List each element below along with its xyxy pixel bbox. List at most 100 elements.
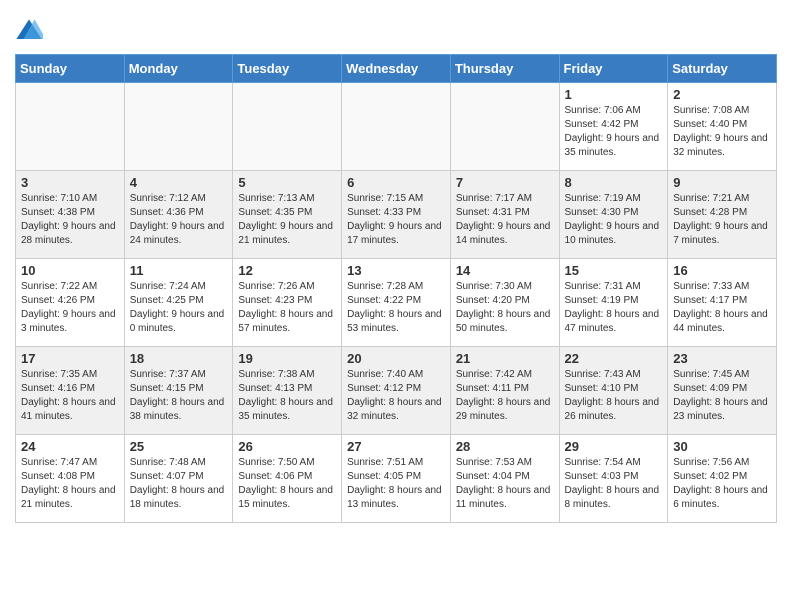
calendar-cell: 13 Sunrise: 7:28 AMSunset: 4:22 PMDayligh… xyxy=(342,259,451,347)
calendar-cell: 24 Sunrise: 7:47 AMSunset: 4:08 PMDayligh… xyxy=(16,435,125,523)
week-row-5: 24 Sunrise: 7:47 AMSunset: 4:08 PMDayligh… xyxy=(16,435,777,523)
header-thursday: Thursday xyxy=(450,55,559,83)
day-info: Sunrise: 7:13 AMSunset: 4:35 PMDaylight:… xyxy=(238,192,336,248)
day-number: 13 xyxy=(347,263,445,278)
calendar-cell: 3Sunrise: 7:10 AMSunset: 4:38 PMDaylight… xyxy=(16,171,125,259)
calendar-cell: 5 Sunrise: 7:13 AMSunset: 4:35 PMDaylight… xyxy=(233,171,342,259)
calendar-cell: 22 Sunrise: 7:43 AMSunset: 4:10 PMDayligh… xyxy=(559,347,668,435)
day-info: Sunrise: 7:35 AMSunset: 4:16 PMDaylight:… xyxy=(21,368,119,424)
day-info: Sunrise: 7:28 AMSunset: 4:22 PMDaylight:… xyxy=(347,280,445,336)
header xyxy=(15,10,777,46)
day-number: 27 xyxy=(347,439,445,454)
header-tuesday: Tuesday xyxy=(233,55,342,83)
day-info: Sunrise: 7:42 AMSunset: 4:11 PMDaylight:… xyxy=(456,368,554,424)
calendar-cell: 9Sunrise: 7:21 AMSunset: 4:28 PMDaylight… xyxy=(668,171,777,259)
day-info: Sunrise: 7:15 AMSunset: 4:33 PMDaylight:… xyxy=(347,192,445,248)
calendar-cell: 12Sunrise: 7:26 AMSunset: 4:23 PMDayligh… xyxy=(233,259,342,347)
calendar-cell: 23 Sunrise: 7:45 AMSunset: 4:09 PMDayligh… xyxy=(668,347,777,435)
calendar-cell: 7 Sunrise: 7:17 AMSunset: 4:31 PMDaylight… xyxy=(450,171,559,259)
day-info: Sunrise: 7:53 AMSunset: 4:04 PMDaylight:… xyxy=(456,456,554,512)
week-row-4: 17Sunrise: 7:35 AMSunset: 4:16 PMDayligh… xyxy=(16,347,777,435)
day-number: 14 xyxy=(456,263,554,278)
day-number: 15 xyxy=(565,263,663,278)
calendar-cell: 16Sunrise: 7:33 AMSunset: 4:17 PMDayligh… xyxy=(668,259,777,347)
calendar-cell: 20 Sunrise: 7:40 AMSunset: 4:12 PMDayligh… xyxy=(342,347,451,435)
day-info: Sunrise: 7:12 AMSunset: 4:36 PMDaylight:… xyxy=(130,192,228,248)
calendar-cell xyxy=(342,83,451,171)
calendar-body: 1 Sunrise: 7:06 AMSunset: 4:42 PMDaylight… xyxy=(16,83,777,523)
day-info: Sunrise: 7:47 AMSunset: 4:08 PMDaylight:… xyxy=(21,456,119,512)
calendar-cell: 19 Sunrise: 7:38 AMSunset: 4:13 PMDayligh… xyxy=(233,347,342,435)
header-friday: Friday xyxy=(559,55,668,83)
day-number: 3 xyxy=(21,175,119,190)
day-info: Sunrise: 7:40 AMSunset: 4:12 PMDaylight:… xyxy=(347,368,445,424)
header-sunday: Sunday xyxy=(16,55,125,83)
day-number: 11 xyxy=(130,263,228,278)
day-number: 5 xyxy=(238,175,336,190)
calendar-cell xyxy=(16,83,125,171)
day-info: Sunrise: 7:06 AMSunset: 4:42 PMDaylight:… xyxy=(565,104,663,160)
day-number: 30 xyxy=(673,439,771,454)
day-info: Sunrise: 7:30 AMSunset: 4:20 PMDaylight:… xyxy=(456,280,554,336)
day-info: Sunrise: 7:37 AMSunset: 4:15 PMDaylight:… xyxy=(130,368,228,424)
day-number: 24 xyxy=(21,439,119,454)
day-number: 26 xyxy=(238,439,336,454)
day-info: Sunrise: 7:43 AMSunset: 4:10 PMDaylight:… xyxy=(565,368,663,424)
logo-icon xyxy=(15,18,43,46)
logo xyxy=(15,18,45,46)
day-number: 23 xyxy=(673,351,771,366)
calendar-cell xyxy=(233,83,342,171)
day-number: 6 xyxy=(347,175,445,190)
day-number: 28 xyxy=(456,439,554,454)
day-info: Sunrise: 7:24 AMSunset: 4:25 PMDaylight:… xyxy=(130,280,228,336)
day-info: Sunrise: 7:54 AMSunset: 4:03 PMDaylight:… xyxy=(565,456,663,512)
day-info: Sunrise: 7:45 AMSunset: 4:09 PMDaylight:… xyxy=(673,368,771,424)
calendar-cell: 10 Sunrise: 7:22 AMSunset: 4:26 PMDayligh… xyxy=(16,259,125,347)
calendar-cell: 14 Sunrise: 7:30 AMSunset: 4:20 PMDayligh… xyxy=(450,259,559,347)
calendar-cell: 4 Sunrise: 7:12 AMSunset: 4:36 PMDaylight… xyxy=(124,171,233,259)
calendar-cell: 15 Sunrise: 7:31 AMSunset: 4:19 PMDayligh… xyxy=(559,259,668,347)
day-info: Sunrise: 7:22 AMSunset: 4:26 PMDaylight:… xyxy=(21,280,119,336)
day-number: 25 xyxy=(130,439,228,454)
day-number: 12 xyxy=(238,263,336,278)
day-number: 7 xyxy=(456,175,554,190)
day-info: Sunrise: 7:17 AMSunset: 4:31 PMDaylight:… xyxy=(456,192,554,248)
week-row-2: 3Sunrise: 7:10 AMSunset: 4:38 PMDaylight… xyxy=(16,171,777,259)
calendar-cell: 11 Sunrise: 7:24 AMSunset: 4:25 PMDayligh… xyxy=(124,259,233,347)
calendar-cell: 21 Sunrise: 7:42 AMSunset: 4:11 PMDayligh… xyxy=(450,347,559,435)
calendar-cell: 18 Sunrise: 7:37 AMSunset: 4:15 PMDayligh… xyxy=(124,347,233,435)
calendar-cell: 6 Sunrise: 7:15 AMSunset: 4:33 PMDaylight… xyxy=(342,171,451,259)
day-info: Sunrise: 7:31 AMSunset: 4:19 PMDaylight:… xyxy=(565,280,663,336)
day-number: 21 xyxy=(456,351,554,366)
day-number: 8 xyxy=(565,175,663,190)
day-number: 4 xyxy=(130,175,228,190)
day-number: 2 xyxy=(673,87,771,102)
day-number: 1 xyxy=(565,87,663,102)
day-number: 22 xyxy=(565,351,663,366)
calendar-cell xyxy=(450,83,559,171)
calendar-header: SundayMondayTuesdayWednesdayThursdayFrid… xyxy=(16,55,777,83)
header-monday: Monday xyxy=(124,55,233,83)
day-info: Sunrise: 7:56 AMSunset: 4:02 PMDaylight:… xyxy=(673,456,771,512)
calendar-cell: 29 Sunrise: 7:54 AMSunset: 4:03 PMDayligh… xyxy=(559,435,668,523)
week-row-1: 1 Sunrise: 7:06 AMSunset: 4:42 PMDaylight… xyxy=(16,83,777,171)
day-number: 10 xyxy=(21,263,119,278)
day-number: 18 xyxy=(130,351,228,366)
calendar: SundayMondayTuesdayWednesdayThursdayFrid… xyxy=(15,54,777,523)
day-info: Sunrise: 7:48 AMSunset: 4:07 PMDaylight:… xyxy=(130,456,228,512)
calendar-cell: 17Sunrise: 7:35 AMSunset: 4:16 PMDayligh… xyxy=(16,347,125,435)
calendar-cell: 1 Sunrise: 7:06 AMSunset: 4:42 PMDaylight… xyxy=(559,83,668,171)
day-number: 9 xyxy=(673,175,771,190)
day-number: 20 xyxy=(347,351,445,366)
day-info: Sunrise: 7:51 AMSunset: 4:05 PMDaylight:… xyxy=(347,456,445,512)
day-info: Sunrise: 7:38 AMSunset: 4:13 PMDaylight:… xyxy=(238,368,336,424)
calendar-cell: 25 Sunrise: 7:48 AMSunset: 4:07 PMDayligh… xyxy=(124,435,233,523)
day-info: Sunrise: 7:19 AMSunset: 4:30 PMDaylight:… xyxy=(565,192,663,248)
week-row-3: 10 Sunrise: 7:22 AMSunset: 4:26 PMDayligh… xyxy=(16,259,777,347)
day-info: Sunrise: 7:50 AMSunset: 4:06 PMDaylight:… xyxy=(238,456,336,512)
calendar-cell xyxy=(124,83,233,171)
day-number: 19 xyxy=(238,351,336,366)
header-saturday: Saturday xyxy=(668,55,777,83)
calendar-cell: 30 Sunrise: 7:56 AMSunset: 4:02 PMDayligh… xyxy=(668,435,777,523)
day-number: 29 xyxy=(565,439,663,454)
